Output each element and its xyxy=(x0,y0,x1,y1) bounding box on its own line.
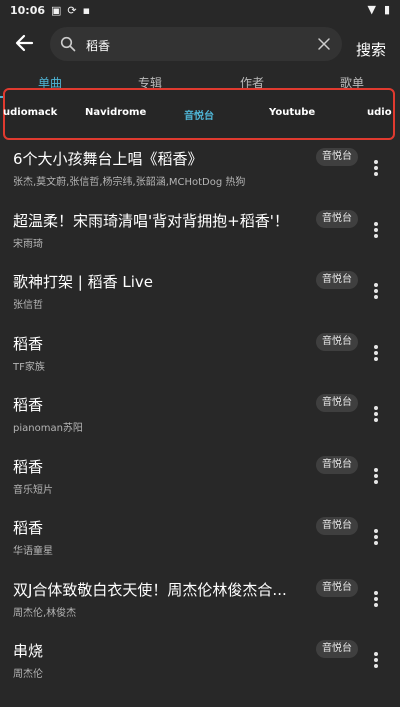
song-item[interactable]: 稻香 音乐短片 音悦台 xyxy=(0,450,400,512)
sync-icon: ⟳ xyxy=(67,3,77,17)
source-tab-youtube[interactable]: Youtube xyxy=(269,107,315,118)
song-item[interactable]: 稻香 华语童星 音悦台 xyxy=(0,511,400,573)
song-artist: 周杰伦,林俊杰 xyxy=(13,607,77,619)
song-artist: 张杰,莫文蔚,张信哲,杨宗纬,张韶涵,MCHotDog 热狗 xyxy=(13,177,246,188)
song-artist: 周杰伦 xyxy=(13,669,43,680)
song-item[interactable]: 稻香 TF家族 音悦台 xyxy=(0,327,400,389)
song-item[interactable]: 6个大小孩舞台上唱《稻香》 张杰,莫文蔚,张信哲,杨宗纬,张韶涵,MCHotDo… xyxy=(0,142,400,204)
song-item[interactable]: 稻香 pianoman苏阳 音悦台 xyxy=(0,388,400,450)
more-options-icon[interactable] xyxy=(370,404,382,426)
sd-card-icon: ▪ xyxy=(82,3,91,17)
song-title: 超温柔！宋雨琦清唱'背对背拥抱+稻香'！ xyxy=(13,211,289,230)
song-title: 歌神打架 | 稻香 Live xyxy=(13,273,153,291)
top-bar: 搜索 xyxy=(0,22,400,66)
search-submit-button[interactable]: 搜索 xyxy=(356,39,386,60)
source-tabs: udiomack Navidrome 音悦台 Youtube udio xyxy=(3,88,395,140)
more-options-icon[interactable] xyxy=(370,650,382,672)
song-title: 串烧 xyxy=(13,642,44,660)
source-tab-yinyuetai[interactable]: 音悦台 xyxy=(184,107,214,122)
search-icon xyxy=(60,36,76,52)
search-box[interactable] xyxy=(50,27,342,61)
battery-icon: ▮ xyxy=(383,3,390,16)
song-artist: 张信哲 xyxy=(13,300,43,311)
more-options-icon[interactable] xyxy=(370,589,382,611)
song-artist: pianoman苏阳 xyxy=(13,423,83,434)
song-item[interactable]: 超温柔！宋雨琦清唱'背对背拥抱+稻香'！ 宋雨琦 音悦台 xyxy=(0,204,400,266)
source-badge: 音悦台 xyxy=(316,640,358,658)
song-list: 6个大小孩舞台上唱《稻香》 张杰,莫文蔚,张信哲,杨宗纬,张韶涵,MCHotDo… xyxy=(0,142,400,696)
song-title: 6个大小孩舞台上唱《稻香》 xyxy=(13,150,203,168)
source-badge: 音悦台 xyxy=(316,209,358,228)
source-badge: 音悦台 xyxy=(316,517,358,535)
song-title: 稻香 xyxy=(13,519,44,537)
more-options-icon[interactable] xyxy=(370,466,382,488)
source-badge: 音悦台 xyxy=(316,271,358,289)
wifi-icon: ▼ xyxy=(367,3,376,16)
status-time: 10:06 xyxy=(10,3,46,17)
more-options-icon[interactable] xyxy=(370,527,382,549)
source-tab-audio[interactable]: udio xyxy=(367,107,392,118)
more-options-icon[interactable] xyxy=(370,220,382,242)
source-badge: 音悦台 xyxy=(316,455,358,474)
source-tab-navidrome[interactable]: Navidrome xyxy=(85,107,146,118)
source-badge: 音悦台 xyxy=(316,394,358,412)
song-title: 双J合体致敬白衣天使！周杰伦林俊杰合... xyxy=(13,580,287,599)
song-artist: 音乐短片 xyxy=(13,484,53,496)
source-badge: 音悦台 xyxy=(316,148,358,166)
song-artist: 宋雨琦 xyxy=(13,238,43,250)
song-item[interactable]: 串烧 周杰伦 音悦台 xyxy=(0,634,400,696)
song-title: 稻香 xyxy=(13,457,44,476)
song-artist: 华语童星 xyxy=(13,546,53,557)
more-options-icon[interactable] xyxy=(370,281,382,303)
song-item[interactable]: 双J合体致敬白衣天使！周杰伦林俊杰合... 周杰伦,林俊杰 音悦台 xyxy=(0,573,400,635)
gallery-icon: ▣ xyxy=(51,3,62,17)
song-item[interactable]: 歌神打架 | 稻香 Live 张信哲 音悦台 xyxy=(0,265,400,327)
more-options-icon[interactable] xyxy=(370,343,382,365)
clear-icon[interactable] xyxy=(316,36,332,52)
back-arrow-icon[interactable] xyxy=(10,28,40,58)
search-input[interactable] xyxy=(84,33,308,57)
more-options-icon[interactable] xyxy=(370,158,382,180)
song-artist: TF家族 xyxy=(13,361,45,373)
song-title: 稻香 xyxy=(13,396,44,414)
status-bar: 10:06 ▣ ⟳ ▪ ▼ ▮ xyxy=(0,0,400,20)
source-tab-audiomack[interactable]: udiomack xyxy=(3,107,57,118)
source-badge: 音悦台 xyxy=(316,578,358,597)
source-badge: 音悦台 xyxy=(316,332,358,351)
song-title: 稻香 xyxy=(13,334,44,353)
